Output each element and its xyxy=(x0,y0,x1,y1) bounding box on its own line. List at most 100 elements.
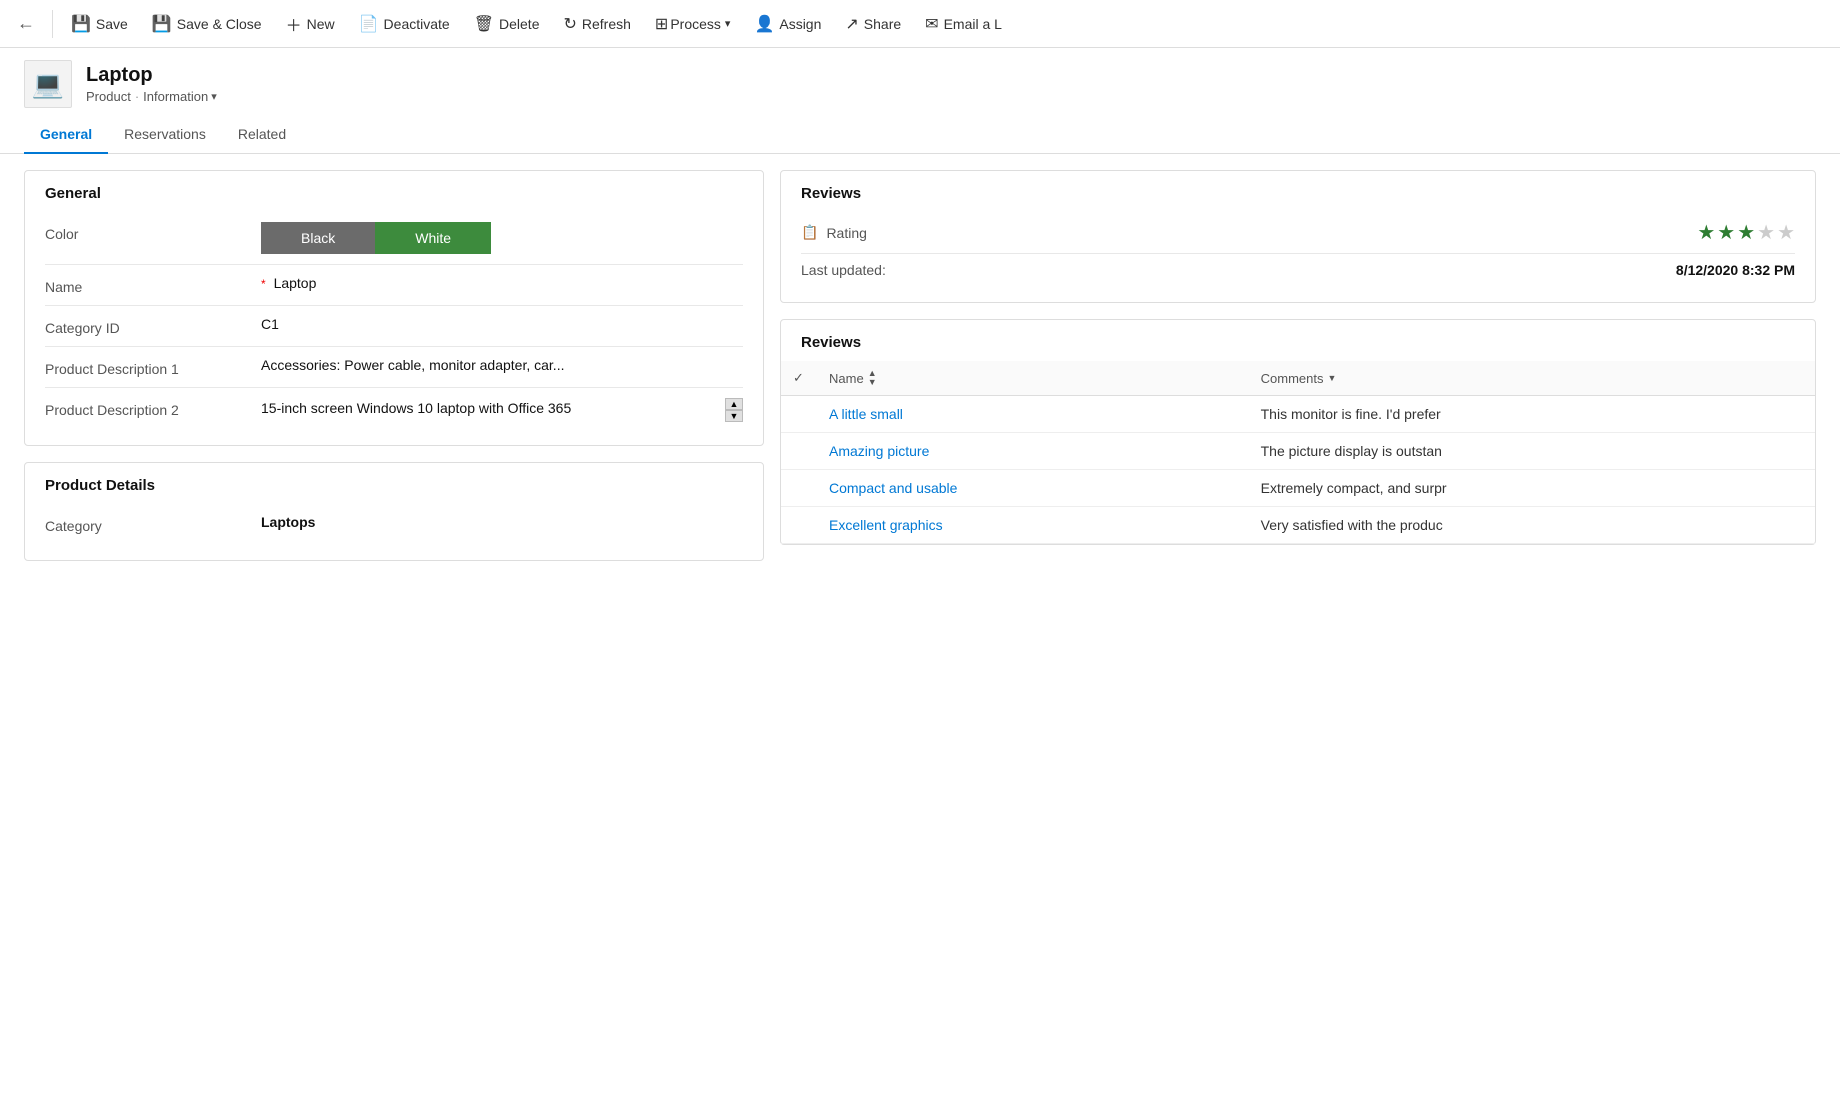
last-updated-label: Last updated: xyxy=(801,262,886,278)
row-check[interactable] xyxy=(781,433,817,470)
assign-icon: 👤 xyxy=(754,14,774,34)
reviews-summary-body: 📋 Rating ★ ★ ★ ★ ★ Last updated: 8/12/20… xyxy=(781,212,1815,302)
general-card: General Color Black White Name xyxy=(24,170,764,446)
required-star: * xyxy=(261,277,266,291)
category-id-value: C1 xyxy=(261,316,743,332)
page-header: 💻 Laptop Product · Information ▾ xyxy=(0,48,1840,116)
new-icon: ＋ xyxy=(286,12,302,36)
email-button[interactable]: ✉ Email a L xyxy=(915,8,1012,40)
color-button-white[interactable]: White xyxy=(375,222,491,254)
deactivate-button[interactable]: 📄 Deactivate xyxy=(349,8,460,40)
name-label: Name xyxy=(45,275,245,295)
save-button[interactable]: 💾 Save xyxy=(61,8,138,40)
reviews-table-header-row: ✓ Name ▲ ▼ xyxy=(781,361,1815,396)
page-title: Laptop xyxy=(86,64,217,87)
general-card-title: General xyxy=(25,171,763,212)
delete-icon: 🗑 xyxy=(474,14,494,34)
last-updated-row: Last updated: 8/12/2020 8:32 PM xyxy=(801,253,1795,286)
category-row: Category Laptops xyxy=(45,504,743,544)
save-close-button[interactable]: 💾 Save & Close xyxy=(142,8,272,40)
table-row: Excellent graphics Very satisfied with t… xyxy=(781,507,1815,544)
toolbar-separator-1 xyxy=(52,10,53,38)
color-button-black[interactable]: Black xyxy=(261,222,375,254)
checkmark-icon: ✓ xyxy=(793,370,804,386)
tab-related[interactable]: Related xyxy=(222,116,302,154)
assign-label: Assign xyxy=(779,16,821,32)
save-close-icon: 💾 xyxy=(152,14,172,34)
review-comment: The picture display is outstan xyxy=(1249,433,1815,470)
star-2: ★ xyxy=(1717,220,1735,245)
save-label: Save xyxy=(96,16,128,32)
right-panel: Reviews 📋 Rating ★ ★ ★ ★ ★ xyxy=(780,170,1816,545)
deactivate-icon: 📄 xyxy=(359,14,379,34)
star-1: ★ xyxy=(1697,220,1715,245)
info-label: Information xyxy=(143,89,208,104)
process-button[interactable]: ⊞ Process ▾ xyxy=(645,8,741,40)
rating-row: 📋 Rating ★ ★ ★ ★ ★ xyxy=(801,212,1795,253)
product-details-body: Category Laptops xyxy=(25,504,763,560)
table-row: A little small This monitor is fine. I'd… xyxy=(781,396,1815,433)
deactivate-label: Deactivate xyxy=(384,16,450,32)
name-column-header[interactable]: Name ▲ ▼ xyxy=(817,361,1249,396)
back-button[interactable]: ← xyxy=(8,6,44,42)
product-icon: 💻 xyxy=(24,60,72,108)
product-desc-1-label: Product Description 1 xyxy=(45,357,245,377)
review-comment: Very satisfied with the produc xyxy=(1249,507,1815,544)
scroll-down-button[interactable]: ▼ xyxy=(725,410,743,422)
row-check[interactable] xyxy=(781,507,817,544)
category-value: Laptops xyxy=(261,514,743,530)
delete-button[interactable]: 🗑 Delete xyxy=(464,8,550,40)
save-close-label: Save & Close xyxy=(177,16,262,32)
check-column-header: ✓ xyxy=(781,361,817,396)
color-row: Color Black White xyxy=(45,212,743,265)
share-icon: ↗ xyxy=(845,14,858,34)
process-icon: ⊞ xyxy=(655,14,668,34)
reviews-table: ✓ Name ▲ ▼ xyxy=(781,361,1815,544)
reviews-list-card: Reviews ✓ Name ▲ xyxy=(780,319,1816,545)
tab-general[interactable]: General xyxy=(24,116,108,154)
row-check[interactable] xyxy=(781,470,817,507)
review-name[interactable]: Excellent graphics xyxy=(817,507,1249,544)
refresh-button[interactable]: ↻ Refresh xyxy=(553,8,640,40)
review-name[interactable]: A little small xyxy=(817,396,1249,433)
name-row: Name * Laptop xyxy=(45,265,743,306)
product-desc-2-row: Product Description 2 15-inch screen Win… xyxy=(45,388,743,429)
scroll-up-button[interactable]: ▲ xyxy=(725,398,743,410)
reviews-table-head: ✓ Name ▲ ▼ xyxy=(781,361,1815,396)
new-button[interactable]: ＋ New xyxy=(276,6,345,42)
comments-sort-icon: ▼ xyxy=(1327,373,1336,383)
row-check[interactable] xyxy=(781,396,817,433)
save-icon: 💾 xyxy=(71,14,91,34)
breadcrumb: Product · Information ▾ xyxy=(86,89,217,104)
review-name[interactable]: Compact and usable xyxy=(817,470,1249,507)
comments-column-header[interactable]: Comments ▼ xyxy=(1249,361,1815,396)
rating-icon: 📋 xyxy=(801,224,818,241)
back-icon: ← xyxy=(17,13,35,34)
category-label: Category xyxy=(45,514,245,534)
email-label: Email a L xyxy=(944,16,1002,32)
info-dropdown[interactable]: Information ▾ xyxy=(143,89,217,104)
rating-label: 📋 Rating xyxy=(801,224,867,241)
toolbar: ← 💾 Save 💾 Save & Close ＋ New 📄 Deactiva… xyxy=(0,0,1840,48)
reviews-summary-title: Reviews xyxy=(781,171,1815,212)
refresh-label: Refresh xyxy=(582,16,631,32)
review-name[interactable]: Amazing picture xyxy=(817,433,1249,470)
assign-button[interactable]: 👤 Assign xyxy=(744,8,831,40)
category-id-row: Category ID C1 xyxy=(45,306,743,347)
color-button-group: Black White xyxy=(261,222,743,254)
scrollbar-arrows: ▲ ▼ xyxy=(725,398,743,419)
last-updated-value: 8/12/2020 8:32 PM xyxy=(1676,262,1795,278)
refresh-icon: ↻ xyxy=(563,14,576,34)
breadcrumb-product[interactable]: Product xyxy=(86,89,131,104)
reviews-table-body: A little small This monitor is fine. I'd… xyxy=(781,396,1815,544)
share-button[interactable]: ↗ Share xyxy=(835,8,911,40)
table-row: Amazing picture The picture display is o… xyxy=(781,433,1815,470)
header-text: Laptop Product · Information ▾ xyxy=(86,64,217,104)
tab-reservations[interactable]: Reservations xyxy=(108,116,222,154)
process-label: Process xyxy=(670,16,721,32)
tabs: General Reservations Related xyxy=(0,116,1840,154)
product-desc-2-value: 15-inch screen Windows 10 laptop with Of… xyxy=(261,398,743,419)
share-label: Share xyxy=(864,16,901,32)
product-details-card: Product Details Category Laptops xyxy=(24,462,764,561)
review-comment: Extremely compact, and surpr xyxy=(1249,470,1815,507)
